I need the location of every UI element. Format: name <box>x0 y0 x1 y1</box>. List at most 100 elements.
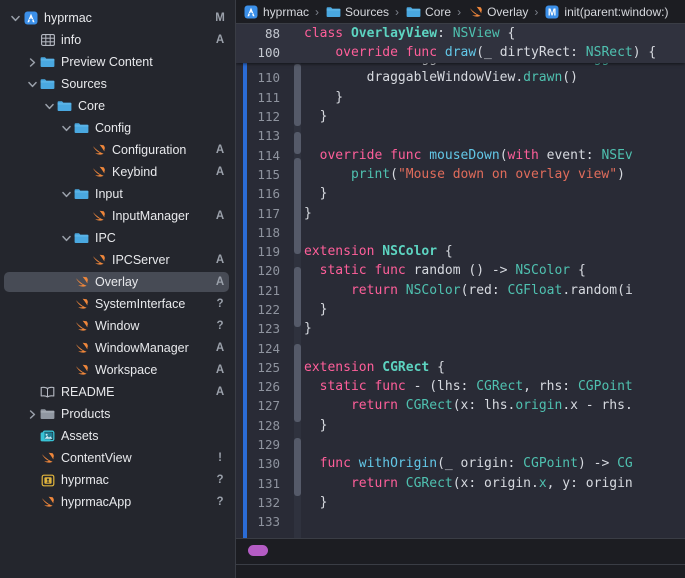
breadcrumb-item-init-parent-window-[interactable]: Minit(parent:window:) <box>544 5 668 19</box>
breadcrumb-item-label: hyprmac <box>263 4 310 19</box>
sidebar-item-overlay[interactable]: Overlay A <box>0 271 235 293</box>
sidebar-item-content: Overlay A <box>0 275 235 289</box>
code-token: } <box>304 302 328 317</box>
chevron-down-icon[interactable] <box>59 125 73 132</box>
xcode-project-icon <box>243 5 259 19</box>
code-line[interactable]: 131 return CGRect(x: origin.x, y: origin <box>236 474 685 493</box>
sidebar-item-label: Input <box>95 187 123 201</box>
sidebar-item-configuration[interactable]: Configuration A <box>0 139 235 161</box>
chevron-right-icon[interactable] <box>25 57 39 67</box>
code-line[interactable]: 129 <box>236 435 685 454</box>
code-line[interactable]: 133 <box>236 512 685 531</box>
sidebar-item-preview-content[interactable]: Preview Content <box>0 51 235 73</box>
code-line[interactable]: 116 } <box>236 184 685 203</box>
sidebar-item-config[interactable]: Config <box>0 117 235 139</box>
code-token: static func <box>319 379 414 395</box>
code-line[interactable]: 132 } <box>236 493 685 512</box>
code-token: CGFloat <box>507 282 563 298</box>
sidebar-item-window[interactable]: Window? <box>0 315 235 337</box>
code-line[interactable]: 113 <box>236 126 685 145</box>
sidebar-item-inputmanager[interactable]: InputManager A <box>0 205 235 227</box>
breadcrumb-item-core[interactable]: Core <box>405 5 451 19</box>
breadcrumb-separator: › <box>534 4 539 19</box>
code-token: NSColor <box>405 282 461 298</box>
sidebar-item-hyprmac[interactable]: hyprmac M <box>0 7 235 29</box>
code-token: extension <box>304 244 383 260</box>
code-line[interactable]: 119 extension NSColor { <box>236 242 685 261</box>
code-line[interactable]: 112 } <box>236 107 685 126</box>
code-line[interactable]: 111 } <box>236 88 685 107</box>
code-line[interactable]: 120 static func random () -> NSColor { <box>236 261 685 280</box>
sidebar-item-core[interactable]: Core <box>0 95 235 117</box>
sidebar-item-keybind[interactable]: Keybind A <box>0 161 235 183</box>
scm-status-badge: A <box>215 254 225 266</box>
code-token: ( <box>476 45 485 61</box>
entitlements-icon <box>39 474 56 487</box>
code-token: ( <box>499 147 508 163</box>
code-line[interactable]: 127 return CGRect(x: lhs.origin.x - rhs. <box>236 396 685 415</box>
sidebar-item-content: ContentView! <box>0 451 235 465</box>
chevron-down-icon[interactable] <box>42 103 56 110</box>
code-line[interactable]: 117} <box>236 203 685 222</box>
code-line[interactable]: 100 override func draw(_ dirtyRect: NSRe… <box>236 43 685 63</box>
sidebar-item-assets[interactable]: Assets <box>0 425 235 447</box>
sidebar-item-hyprmacapp[interactable]: hyprmacApp? <box>0 491 235 513</box>
sidebar-item-hyprmac[interactable]: hyprmac? <box>0 469 235 491</box>
chevron-down-icon[interactable] <box>59 235 73 242</box>
code-line[interactable]: 114 override func mouseDown(with event: … <box>236 145 685 164</box>
code-line[interactable]: 121 return NSColor(red: CGFloat.random(i <box>236 281 685 300</box>
sidebar-item-readme[interactable]: README A <box>0 381 235 403</box>
line-number: 118 <box>257 224 280 240</box>
breadcrumb-item-overlay[interactable]: Overlay <box>467 5 528 19</box>
debug-bar[interactable] <box>236 538 685 578</box>
code-token: { <box>499 26 516 42</box>
sidebar-item-ipc[interactable]: IPC <box>0 227 235 249</box>
code-token: } <box>304 494 328 510</box>
code-token: _ <box>484 45 500 61</box>
sidebar-item-workspace[interactable]: Workspace A <box>0 359 235 381</box>
code-line[interactable]: 122 } <box>236 300 685 319</box>
code-token: (x: origin. <box>452 475 539 491</box>
code-line[interactable]: 88 class OverlayView: NSView { <box>236 24 685 44</box>
sidebar-item-sources[interactable]: Sources <box>0 73 235 95</box>
status-pill-badge[interactable] <box>248 545 268 556</box>
chevron-right-icon[interactable] <box>25 409 39 419</box>
sidebar-item-systeminterface[interactable]: SystemInterface? <box>0 293 235 315</box>
breadcrumb-separator: › <box>457 4 462 19</box>
chevron-down-icon[interactable] <box>8 15 22 22</box>
code-line[interactable]: 125 extension CGRect { <box>236 358 685 377</box>
code-line[interactable]: 124 <box>236 338 685 357</box>
breadcrumb-item-sources[interactable]: Sources <box>325 5 389 19</box>
code-line-text: } <box>286 418 685 433</box>
code-line-text: return CGRect(x: origin.x, y: origin <box>286 476 685 491</box>
code-line[interactable]: 123} <box>236 319 685 338</box>
sidebar-item-windowmanager[interactable]: WindowManager A <box>0 337 235 359</box>
line-number: 110 <box>257 70 280 86</box>
breadcrumb-item-hyprmac[interactable]: hyprmac <box>243 5 309 19</box>
sidebar-item-info[interactable]: info A <box>0 29 235 51</box>
code-token: () -> <box>468 263 516 279</box>
code-line[interactable]: 118 <box>236 223 685 242</box>
breadcrumb[interactable]: hyprmac › Sources › Core › Overlay › Minit(paren… <box>236 0 685 24</box>
source-code-view[interactable]: 109 let draggableWindowView = Draggab110… <box>236 24 685 538</box>
method-m-icon: M <box>544 5 560 19</box>
chevron-down-icon[interactable] <box>59 191 73 198</box>
code-line-text: static func random () -> NSColor { <box>286 263 685 278</box>
code-line[interactable]: 128 } <box>236 416 685 435</box>
sidebar-item-products[interactable]: Products <box>0 403 235 425</box>
sidebar-item-label: Sources <box>61 77 107 91</box>
code-line[interactable]: 110 draggableWindowView.drawn() <box>236 68 685 87</box>
code-line[interactable]: 115 print("Mouse down on overlay view") <box>236 165 685 184</box>
sidebar-item-contentview[interactable]: ContentView! <box>0 447 235 469</box>
code-line-text: } <box>286 302 685 317</box>
sidebar-item-input[interactable]: Input <box>0 183 235 205</box>
chevron-down-icon[interactable] <box>25 81 39 88</box>
line-number: 121 <box>257 282 280 298</box>
editor-pane: hyprmac › Sources › Core › Overlay › Minit(paren… <box>236 0 685 578</box>
code-token: CGRect <box>382 359 430 375</box>
sidebar-item-ipcserver[interactable]: IPCServer A <box>0 249 235 271</box>
project-navigator[interactable]: hyprmac M info A Preview Content Sources Core C… <box>0 0 236 578</box>
code-line[interactable]: 130 func withOrigin(_ origin: CGPoint) -… <box>236 454 685 473</box>
code-line[interactable]: 126 static func - (lhs: CGRect, rhs: CGP… <box>236 377 685 396</box>
